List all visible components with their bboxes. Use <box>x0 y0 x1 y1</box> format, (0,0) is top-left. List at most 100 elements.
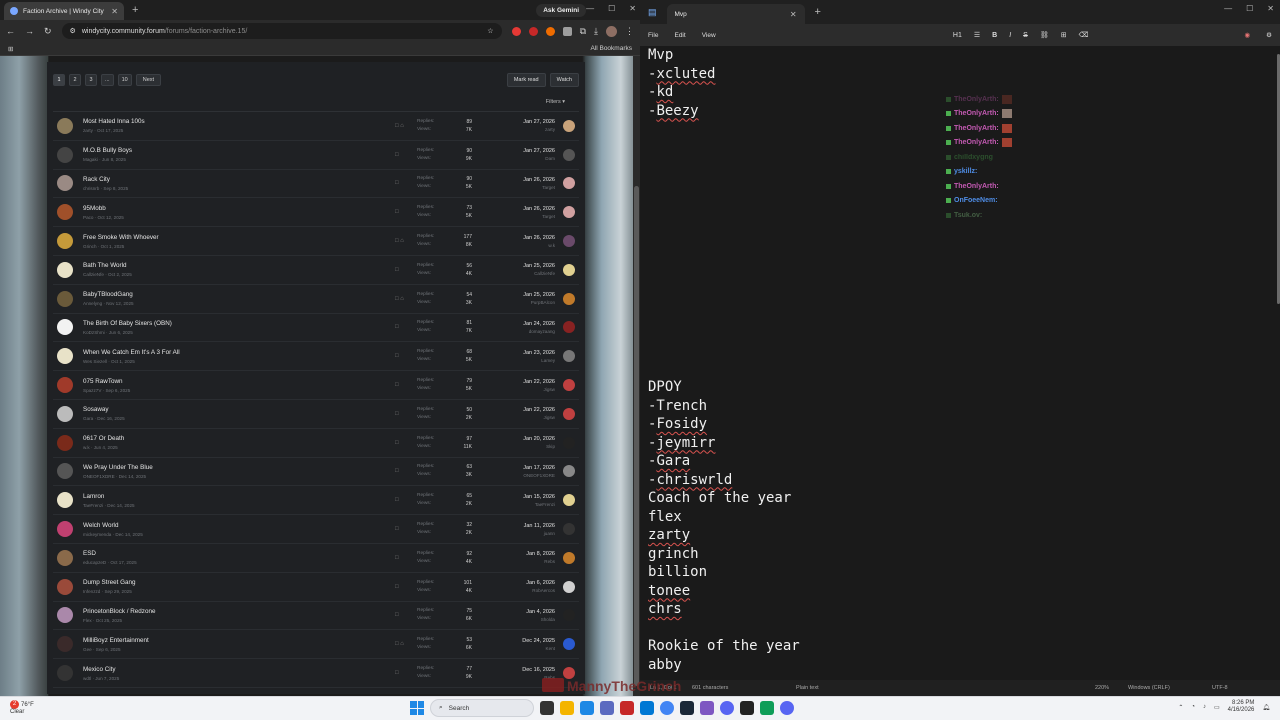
last-post-date[interactable]: Jan 15, 2026 <box>523 494 555 500</box>
last-post-user[interactable]: CallzieNfe <box>523 271 555 276</box>
thread-author-avatar[interactable] <box>57 578 73 595</box>
last-poster-avatar[interactable] <box>563 177 575 190</box>
last-poster-avatar[interactable] <box>563 609 575 622</box>
thread-title[interactable]: Mexico City <box>83 666 383 673</box>
last-post-date[interactable]: Jan 27, 2026 <box>523 119 555 125</box>
last-post-date[interactable]: Dec 24, 2025 <box>522 638 555 644</box>
next-page-button[interactable]: Next <box>135 74 162 86</box>
browser-tab-faction-archive[interactable]: Faction Archive | Windy City Ro ✕ <box>4 2 124 20</box>
discord-icon[interactable] <box>720 701 734 715</box>
last-poster-avatar[interactable] <box>563 206 575 219</box>
ask-gemini-button[interactable]: Ask Gemini <box>536 3 586 17</box>
last-post-user[interactable]: Target <box>523 185 555 190</box>
thread-author-avatar[interactable] <box>57 146 73 163</box>
steam-icon[interactable] <box>680 701 694 715</box>
thread-title[interactable]: M.O.B Bully Boys <box>83 147 383 154</box>
scrollbar-thumb[interactable] <box>634 186 639 686</box>
menu-file[interactable]: File <box>648 32 658 39</box>
last-post-user[interactable]: Lamey <box>523 358 555 363</box>
page-number-button[interactable]: 1 <box>53 74 65 86</box>
watch-button[interactable]: Watch <box>549 73 579 87</box>
wifi-icon[interactable]: ◔ <box>1191 704 1195 710</box>
thread-title[interactable]: MilliBoyz Entertainment <box>83 637 383 644</box>
taskbar-search[interactable]: ⌕ Search <box>430 699 534 717</box>
last-post-date[interactable]: Jan 4, 2026 <box>526 609 555 615</box>
file-explorer-icon[interactable] <box>560 701 574 715</box>
thread-title[interactable]: Welch World <box>83 522 383 529</box>
page-number-button[interactable]: 3 <box>85 74 97 86</box>
thread-row[interactable]: The Birth Of Baby Sixers (OBN) KoDzShmi ·… <box>53 314 579 343</box>
thread-author-avatar[interactable] <box>57 319 73 336</box>
bookmark-star-icon[interactable]: ☆ <box>487 27 493 35</box>
last-post-user[interactable]: Kent <box>522 646 555 651</box>
thread-row[interactable]: When We Catch Em It's A 3 For All Wes Sie… <box>53 342 579 372</box>
extension-box-icon[interactable] <box>562 26 572 36</box>
last-post-user[interactable]: juann <box>524 531 555 536</box>
last-post-user[interactable]: domayzaang <box>523 329 555 334</box>
extensions-puzzle-icon[interactable]: ⧉ <box>580 26 586 37</box>
thread-title[interactable]: 075 RawTown <box>83 378 383 385</box>
menu-view[interactable]: View <box>702 32 716 39</box>
strikethrough-icon[interactable]: S <box>1023 32 1028 39</box>
thread-author-avatar[interactable] <box>57 175 73 192</box>
thread-author-avatar[interactable] <box>57 261 73 278</box>
thread-author-avatar[interactable] <box>57 233 73 250</box>
link-icon[interactable]: ⛓ <box>1040 31 1049 39</box>
thread-title[interactable]: Rack City <box>83 176 383 183</box>
thread-author-avatar[interactable] <box>57 665 73 682</box>
thread-author-avatar[interactable] <box>57 636 73 653</box>
thread-title[interactable]: We Pray Under The Blue <box>83 464 383 471</box>
app-icon-2[interactable] <box>700 701 714 715</box>
last-post-date[interactable]: Jan 24, 2026 <box>523 321 555 327</box>
thread-row[interactable]: Dump Street Gang Infenzzd · Sep 29, 2025 □… <box>53 573 579 602</box>
last-poster-avatar[interactable] <box>563 494 575 507</box>
store-icon[interactable] <box>580 701 594 715</box>
thread-title[interactable]: When We Catch Em It's A 3 For All <box>83 349 383 356</box>
last-poster-avatar[interactable] <box>563 436 575 449</box>
thread-row[interactable]: PrincetonBlock / Redzone Flex · Oct 25, 2… <box>53 602 579 631</box>
thread-author-avatar[interactable] <box>57 521 73 538</box>
last-poster-avatar[interactable] <box>563 148 575 161</box>
thread-author-avatar[interactable] <box>57 607 73 624</box>
notifications-bell-icon[interactable]: 🔔︎ <box>1262 704 1270 711</box>
italic-icon[interactable]: I <box>1009 32 1011 39</box>
thread-row[interactable]: 075 RawTown Spazz7V · Sep 6, 2025 □ Replies… <box>53 371 579 400</box>
last-poster-avatar[interactable] <box>563 465 575 478</box>
mail-icon[interactable] <box>640 701 654 715</box>
table-icon[interactable]: ⊞ <box>1061 31 1067 39</box>
maximize-icon[interactable]: ☐ <box>1246 4 1253 13</box>
chrome-icon[interactable] <box>660 701 674 715</box>
address-bar[interactable]: ⚙ windycity.community.forum/forums/facti… <box>61 23 502 39</box>
last-post-date[interactable]: Jan 20, 2026 <box>523 436 555 442</box>
thread-row[interactable]: M.O.B Bully Boys Magaki · Jun 8, 2025 □ Rep… <box>53 141 579 170</box>
thread-title[interactable]: BabyTBloodGang <box>83 291 383 298</box>
thread-title[interactable]: 0617 Or Death <box>83 435 383 442</box>
thread-title[interactable]: Most Hated Inna 100s <box>83 118 383 125</box>
last-post-date[interactable]: Jan 8, 2026 <box>526 551 555 557</box>
last-post-date[interactable]: Jan 26, 2026 <box>523 235 555 241</box>
last-post-user[interactable]: PurpBAlcon <box>523 300 555 305</box>
copilot-icon[interactable]: ◉ <box>1245 31 1251 39</box>
last-post-user[interactable]: w.k <box>523 243 555 248</box>
thread-author-avatar[interactable] <box>57 117 73 134</box>
all-bookmarks-link[interactable]: All Bookmarks <box>590 45 632 52</box>
last-post-user[interactable]: zarty <box>523 127 555 132</box>
last-post-date[interactable]: Jan 27, 2026 <box>523 148 555 154</box>
menu-edit[interactable]: Edit <box>674 32 685 39</box>
maximize-icon[interactable]: ☐ <box>608 4 615 13</box>
last-post-user[interactable]: ONEOF1XDRE <box>523 473 555 478</box>
page-number-button[interactable]: 2 <box>69 74 81 86</box>
new-tab-button[interactable]: + <box>132 4 138 16</box>
last-poster-avatar[interactable] <box>563 321 575 334</box>
thread-row[interactable]: Mexico City wdtl · Jun 7, 2025 □ Replies: Vi… <box>53 659 579 688</box>
thread-row[interactable]: ESD educapzeD · Oct 17, 2025 □ Replies: View… <box>53 544 579 573</box>
last-poster-avatar[interactable] <box>563 580 575 593</box>
new-tab-button[interactable]: + <box>815 6 821 18</box>
settings-gear-icon[interactable]: ⚙ <box>1266 31 1272 39</box>
last-poster-avatar[interactable] <box>563 292 575 305</box>
thread-title[interactable]: ESD <box>83 550 383 557</box>
last-poster-avatar[interactable] <box>563 551 575 564</box>
close-tab-icon[interactable]: ✕ <box>790 10 797 19</box>
last-post-date[interactable]: Jan 26, 2026 <box>523 177 555 183</box>
battery-icon[interactable]: ▭ <box>1214 704 1220 711</box>
